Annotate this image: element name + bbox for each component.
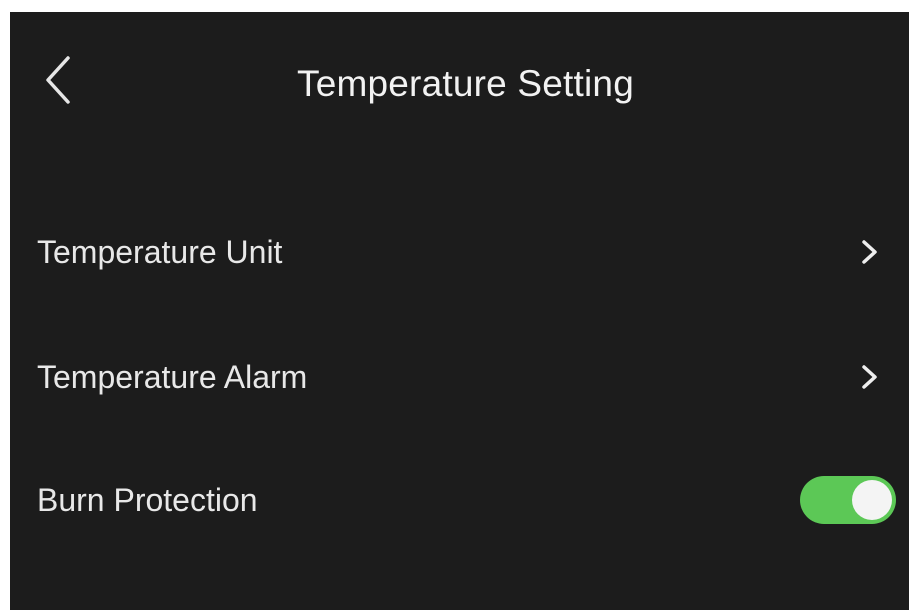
burn-protection-toggle[interactable]: [800, 476, 896, 524]
page-title: Temperature Setting: [297, 63, 634, 104]
settings-screen: Temperature Setting Temperature Unit Tem…: [10, 12, 909, 610]
chevron-right-icon: [862, 240, 877, 264]
temperature-unit-label: Temperature Unit: [37, 234, 283, 270]
burn-protection-label: Burn Protection: [37, 482, 258, 518]
toggle-knob[interactable]: [852, 480, 892, 520]
burn-protection-row: Burn Protection: [10, 460, 909, 540]
temperature-alarm-row[interactable]: Temperature Alarm: [10, 337, 909, 417]
header-bar: Temperature Setting: [10, 12, 909, 152]
temperature-alarm-label: Temperature Alarm: [37, 359, 308, 395]
temperature-unit-row[interactable]: Temperature Unit: [10, 212, 909, 292]
chevron-right-icon: [862, 365, 877, 389]
